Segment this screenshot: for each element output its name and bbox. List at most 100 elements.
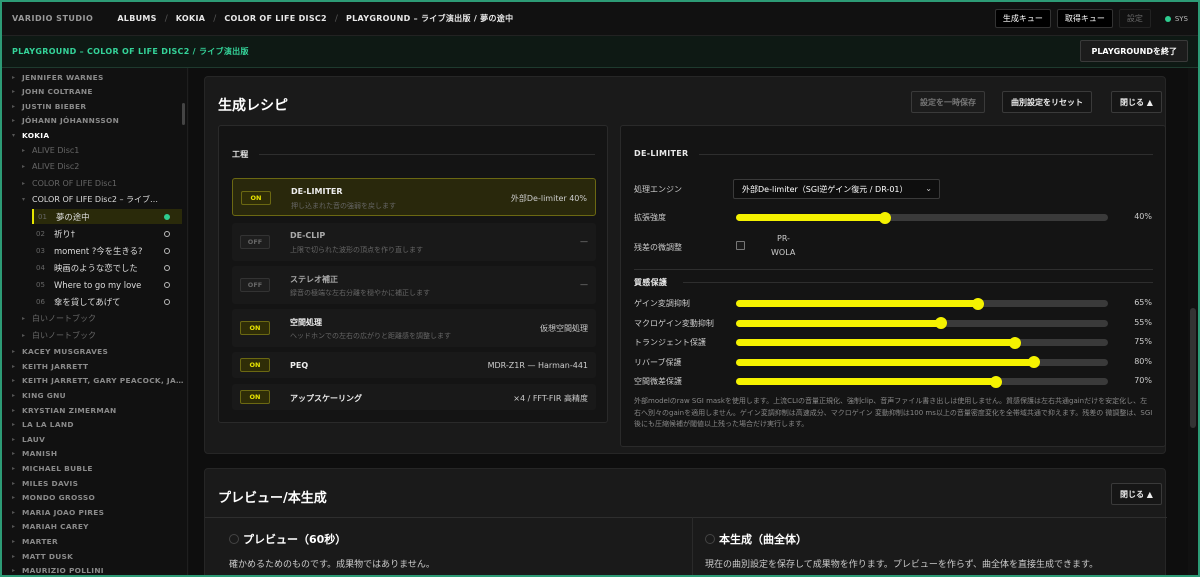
sidebar-artist-item[interactable]: ▸ MARIAH CAREY bbox=[12, 520, 187, 534]
sidebar-album-item[interactable]: ▾ COLOR OF LIFE Disc2 – ライブ… bbox=[22, 193, 187, 207]
sidebar-track-item[interactable]: 04 映画のような恋でした bbox=[32, 260, 182, 275]
reset-track-settings-button[interactable]: 曲別設定をリセット bbox=[1002, 91, 1092, 113]
track-title: 映画のような恋でした bbox=[54, 262, 138, 273]
sidebar-artist-item[interactable]: ▸ JOHN COLTRANE bbox=[12, 85, 187, 99]
sidebar-track-item[interactable]: 01 夢の途中 bbox=[32, 209, 182, 225]
chevron-right-icon: ▸ bbox=[12, 391, 16, 399]
sidebar-artist-item[interactable]: ▸ MAURIZIO POLLINI bbox=[12, 564, 187, 575]
process-value: — bbox=[580, 280, 588, 289]
sidebar-artist-item[interactable]: ▸ MILES DAVIS bbox=[12, 476, 187, 490]
sidebar-album-item[interactable]: ▸ 白いノートブック bbox=[22, 311, 187, 325]
sidebar-artist-label: KEITH JARRETT bbox=[22, 361, 89, 371]
close-preview-button[interactable]: 閉じる ▲ bbox=[1111, 483, 1162, 505]
chevron-right-icon: ▸ bbox=[12, 362, 16, 370]
system-status[interactable]: SYS bbox=[1164, 15, 1188, 23]
sidebar-artist-item[interactable]: ▸ LAUV bbox=[12, 432, 187, 446]
sidebar-track-item[interactable]: 06 傘を貸してあげて bbox=[32, 294, 182, 309]
slider-handle[interactable] bbox=[1027, 356, 1040, 369]
sidebar-artist-item[interactable]: ▸ KEITH JARRETT bbox=[12, 359, 187, 373]
process-header: 工程 bbox=[232, 150, 249, 159]
quality-slider[interactable] bbox=[736, 297, 1108, 310]
slider-handle[interactable] bbox=[990, 375, 1003, 388]
settings-button[interactable]: 設定 bbox=[1118, 9, 1151, 28]
process-toggle[interactable]: ON bbox=[240, 358, 270, 372]
residual-option-line2: WOLA bbox=[771, 248, 796, 257]
sidebar-artist-item[interactable]: ▸ MARIA JOAO PIRES bbox=[12, 505, 187, 519]
residual-checkbox[interactable] bbox=[736, 241, 745, 250]
sidebar-track-item[interactable]: 03 moment ?今を生きる? bbox=[32, 243, 182, 258]
process-row[interactable]: OFF ステレオ補正 録音の極端な左右分離を穏やかに補正します — bbox=[232, 266, 596, 304]
sidebar-artist-item[interactable]: ▸ MARTER bbox=[12, 534, 187, 548]
scrollbar-thumb[interactable] bbox=[1190, 308, 1196, 428]
sidebar-artist-item[interactable]: ▸ KRYSTIAN ZIMERMAN bbox=[12, 403, 187, 417]
engine-select[interactable]: 外部De-limiter（SGI逆ゲイン復元 / DR-01） ⌄ bbox=[733, 179, 940, 199]
full-generation-option[interactable]: 本生成（曲全体） 現在の曲別設定を保存して成果物を作ります。プレビューを作らず、… bbox=[693, 517, 1167, 575]
quality-slider[interactable] bbox=[736, 317, 1108, 330]
breadcrumb-artist[interactable]: KOKIA bbox=[176, 14, 206, 23]
chevron-right-icon: ▸ bbox=[12, 479, 16, 487]
full-generation-option-desc: 現在の曲別設定を保存して成果物を作ります。プレビューを作らず、曲全体を直接生成で… bbox=[705, 560, 1099, 570]
sidebar-artist-label: MATT DUSK bbox=[22, 551, 74, 561]
process-toggle[interactable]: ON bbox=[240, 321, 270, 335]
sidebar-album-item[interactable]: ▸ COLOR OF LIFE Disc1 bbox=[22, 176, 187, 190]
sidebar-album-item[interactable]: ▸ 白いノートブック bbox=[22, 328, 187, 342]
preview-option[interactable]: プレビュー（60秒） 確かめるためのものです。成果物ではありません。 bbox=[205, 517, 692, 575]
sidebar-track-item[interactable]: 05 Where to go my love bbox=[32, 277, 182, 292]
chevron-right-icon: ▸ bbox=[12, 377, 16, 385]
process-name: DE-LIMITER bbox=[291, 187, 343, 196]
sidebar-artist-item[interactable]: ▸ KEITH JARRETT, GARY PEACOCK, JA… bbox=[12, 374, 187, 388]
sidebar-artist-item[interactable]: ▸ MANISH bbox=[12, 447, 187, 461]
slider-handle[interactable] bbox=[1009, 336, 1021, 349]
slider-handle[interactable] bbox=[878, 211, 891, 224]
sidebar[interactable]: ▸ JENNIFER WARNES ▸ JOHN COLTRANE ▸ JUSTIN BI… bbox=[2, 68, 188, 575]
process-row[interactable]: OFF DE-CLIP 上限で切られた波形の頂点を作り直します — bbox=[232, 223, 596, 261]
breadcrumb-albums[interactable]: ALBUMS bbox=[117, 14, 156, 23]
full-generation-radio[interactable] bbox=[705, 534, 715, 544]
sidebar-artist-item[interactable]: ▸ KING GNU bbox=[12, 388, 187, 402]
process-row[interactable]: ON DE-LIMITER 押し込まれた音の強弱を戻します 外部De-limiter … bbox=[232, 178, 596, 216]
slider-handle[interactable] bbox=[971, 297, 984, 310]
generation-queue-button[interactable]: 生成キュー bbox=[994, 9, 1051, 28]
process-toggle[interactable]: OFF bbox=[240, 278, 270, 292]
close-recipe-button[interactable]: 閉じる ▲ bbox=[1111, 91, 1162, 113]
brand-logo[interactable]: VARIDIO STUDIO bbox=[12, 14, 93, 23]
process-row[interactable]: ON PEQ MDR-Z1R — Harman-441 bbox=[232, 352, 596, 378]
preview-card: プレビュー/本生成 閉じる ▲ プレビュー（60秒） 確かめるためのものです。成… bbox=[204, 468, 1167, 575]
process-row[interactable]: ON アップスケーリング ×4 / FFT-FIR 高精度 bbox=[232, 384, 596, 410]
breadcrumb-current: PLAYGROUND – ライブ演出版 / 夢の途中 bbox=[345, 14, 514, 23]
sidebar-artist-item[interactable]: ▸ LA LA LAND bbox=[12, 418, 187, 432]
process-name: ステレオ補正 bbox=[290, 275, 338, 284]
chevron-right-icon: ▸ bbox=[12, 567, 16, 575]
process-toggle[interactable]: ON bbox=[240, 390, 270, 404]
sidebar-artist-item[interactable]: ▸ KACEY MUSGRAVES bbox=[12, 345, 187, 359]
slider-handle[interactable] bbox=[934, 317, 947, 330]
process-toggle[interactable]: OFF bbox=[240, 235, 270, 249]
quality-slider[interactable] bbox=[736, 356, 1108, 369]
sidebar-artist-item[interactable]: ▸ JÓHANN JÓHANNSSON bbox=[12, 114, 187, 128]
quality-slider-value: 65% bbox=[1134, 298, 1152, 307]
sidebar-artist-item[interactable]: ▸ JENNIFER WARNES bbox=[12, 70, 187, 84]
track-number: 02 bbox=[36, 229, 45, 238]
sidebar-artist-item[interactable]: ▸ JUSTIN BIEBER bbox=[12, 99, 187, 113]
sidebar-artist-item[interactable]: ▸ MONDO GROSSO bbox=[12, 491, 187, 505]
breadcrumb-album[interactable]: COLOR OF LIFE DISC2 bbox=[224, 14, 327, 23]
strength-slider[interactable] bbox=[736, 211, 1108, 224]
main-scrollbar[interactable] bbox=[1188, 68, 1198, 575]
sidebar-artist-item[interactable]: ▸ MATT DUSK bbox=[12, 549, 187, 563]
exit-playground-button[interactable]: PLAYGROUNDを終了 bbox=[1080, 40, 1188, 62]
chevron-down-icon: ▾ bbox=[22, 196, 26, 204]
process-row[interactable]: ON 空間処理 ヘッドホンでの左右の広がりと距離感を調整します 仮想空間処理 bbox=[232, 309, 596, 347]
sidebar-track-item[interactable]: 02 祈り† bbox=[32, 226, 182, 241]
quality-slider[interactable] bbox=[736, 336, 1108, 349]
chevron-down-icon: ▾ bbox=[12, 131, 16, 139]
save-temp-button[interactable]: 設定を一時保存 bbox=[911, 91, 985, 113]
sidebar-album-item[interactable]: ▸ ALIVE Disc1 bbox=[22, 143, 187, 157]
fetch-queue-button[interactable]: 取得キュー bbox=[1056, 9, 1113, 28]
sidebar-artist-item[interactable]: ▸ MICHAEL BUBLE bbox=[12, 461, 187, 475]
quality-slider[interactable] bbox=[736, 375, 1108, 388]
sidebar-album-item[interactable]: ▸ ALIVE Disc2 bbox=[22, 160, 187, 174]
process-value: 外部De-limiter 40% bbox=[510, 194, 587, 203]
process-toggle[interactable]: ON bbox=[241, 191, 271, 205]
preview-radio[interactable] bbox=[229, 534, 239, 544]
sidebar-artist-item[interactable]: ▾ KOKIA bbox=[12, 128, 187, 142]
